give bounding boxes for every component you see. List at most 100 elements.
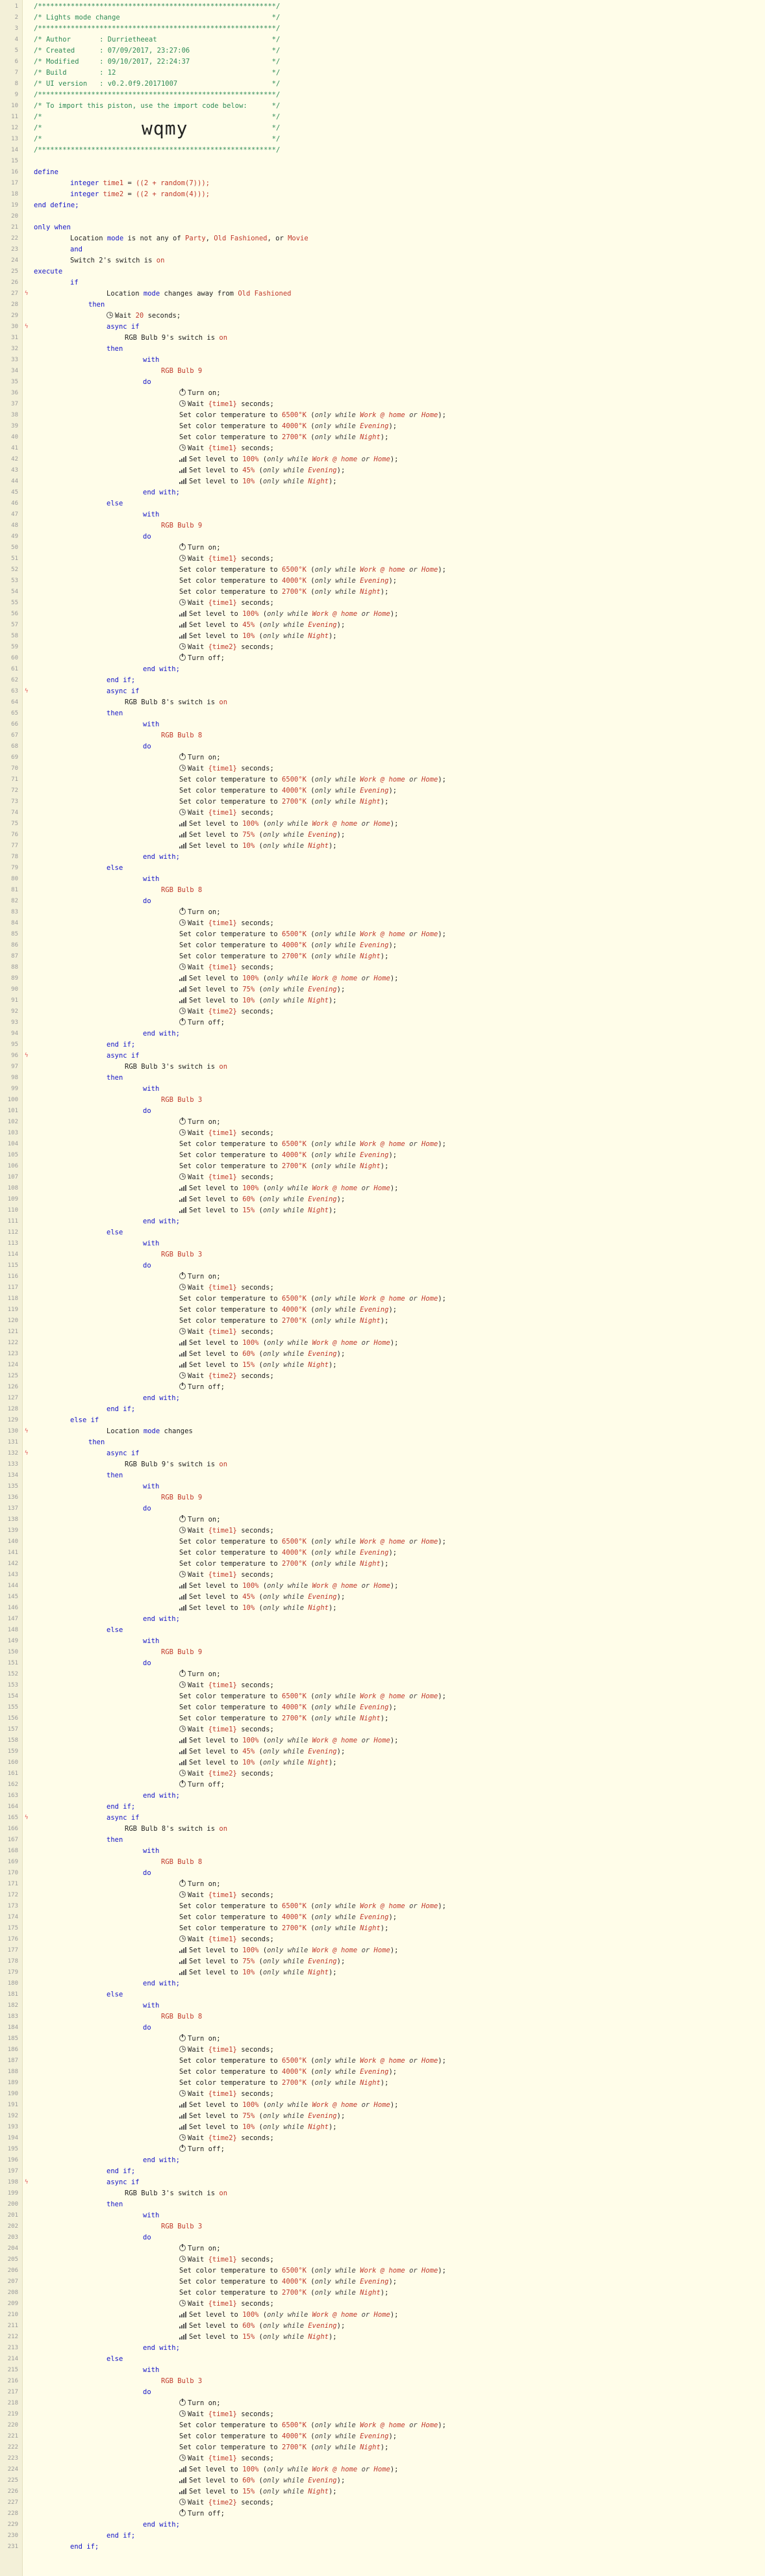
code-line: 137 do — [0, 1503, 765, 1514]
code-line: 70 Wait {time1} seconds; — [0, 763, 765, 774]
code-line: 153 Wait {time1} seconds; — [0, 1680, 765, 1691]
code-line: 173 Set color temperature to 6500°K (only… — [0, 1901, 765, 1912]
line-number: 45 — [11, 489, 18, 496]
code-line: 54 Set color temperature to 2700°K (only … — [0, 587, 765, 598]
line-number: 65 — [11, 710, 18, 717]
code-line: 132 ϟ async if — [0, 1448, 765, 1459]
code-line: 43 Set level to 45% (only while Evening); — [0, 465, 765, 476]
line-number: 155 — [7, 1704, 18, 1711]
code-line: 48 RGB Bulb 9 — [0, 520, 765, 531]
line-number: 94 — [11, 1030, 18, 1037]
code-text: Set level to 75% (only while Evening); — [179, 2111, 345, 2122]
code-text: /* Modified : 09/10/2017, 22:24:37 */ — [34, 58, 281, 66]
code-line: 7 /* Build : 12 */ — [0, 68, 765, 79]
code-line: 22 Location mode is not any of Party, Old… — [0, 233, 765, 244]
code-text: Turn on; — [179, 1271, 221, 1282]
line-number: 205 — [7, 2256, 18, 2263]
code-line: 53 Set color temperature to 4000°K (only … — [0, 576, 765, 587]
code-text: Set level to 10% (only while Night); — [179, 841, 337, 852]
line-number: 198 — [7, 2179, 18, 2186]
code-line: 42 Set level to 100% (only while Work @ h… — [0, 454, 765, 465]
clock-icon — [179, 2410, 186, 2417]
level-bars-icon — [179, 1195, 187, 1202]
line-number: 129 — [7, 1417, 18, 1423]
code-line: 161 Wait {time2} seconds; — [0, 1768, 765, 1779]
line-number: 20 — [11, 213, 18, 220]
code-line: 6 /* Modified : 09/10/2017, 22:24:37 */ — [0, 57, 765, 68]
line-number: 81 — [11, 887, 18, 893]
line-number: 86 — [11, 942, 18, 949]
code-line: 116 Turn on; — [0, 1271, 765, 1282]
clock-icon — [179, 1726, 186, 1732]
line-number: 211 — [7, 2323, 18, 2329]
line-number: 3 — [14, 25, 18, 32]
code-text: Turn on; — [179, 542, 221, 554]
code-text: with — [143, 511, 160, 518]
code-text: if — [70, 279, 79, 287]
code-line: 148 else — [0, 1625, 765, 1636]
code-text: Wait {time1} seconds; — [179, 2299, 274, 2310]
level-bars-icon — [179, 820, 187, 826]
code-text: Wait {time1} seconds; — [179, 1128, 274, 1139]
code-text: Wait {time1} seconds; — [179, 918, 274, 929]
line-number: 26 — [11, 279, 18, 286]
code-text: Wait {time2} seconds; — [179, 1371, 274, 1382]
code-text: with — [143, 1847, 160, 1855]
line-number: 112 — [7, 1229, 18, 1236]
code-line: 172 Wait {time1} seconds; — [0, 1890, 765, 1901]
power-icon — [179, 2145, 186, 2152]
code-text: then — [107, 1074, 123, 1082]
line-number: 135 — [7, 1483, 18, 1490]
line-number: 13 — [11, 136, 18, 142]
code-text: Set color temperature to 6500°K (only wh… — [179, 2421, 446, 2429]
level-bars-icon — [179, 1206, 187, 1213]
level-bars-icon — [179, 2311, 187, 2317]
line-number: 174 — [7, 1914, 18, 1920]
code-line: 85 Set color temperature to 6500°K (only … — [0, 929, 765, 940]
line-number: 160 — [7, 1759, 18, 1766]
code-text: with — [143, 2212, 160, 2219]
code-text: Set color temperature to 6500°K (only wh… — [179, 1538, 446, 1546]
code-text: end with; — [143, 1218, 180, 1225]
code-text: Set color temperature to 2700°K (only wh… — [179, 433, 389, 441]
line-number: 25 — [11, 268, 18, 275]
code-text: Set color temperature to 2700°K (only wh… — [179, 1715, 389, 1722]
code-line: 95 end if; — [0, 1039, 765, 1051]
line-number: 34 — [11, 368, 18, 374]
code-text: Set color temperature to 4000°K (only wh… — [179, 422, 397, 430]
line-number: 76 — [11, 832, 18, 838]
code-line: 166 RGB Bulb 8's switch is on — [0, 1824, 765, 1835]
line-number: 166 — [7, 1826, 18, 1832]
code-line: 156 Set color temperature to 2700°K (only… — [0, 1713, 765, 1724]
line-number: 12 — [11, 125, 18, 131]
code-line: 160 Set level to 10% (only while Night); — [0, 1757, 765, 1768]
code-text: Set level to 100% (only while Work @ hom… — [179, 2100, 399, 2111]
level-bars-icon — [179, 478, 187, 484]
line-number: 92 — [11, 1008, 18, 1015]
code-line: 17 integer time1 = ((2 + random(7))); — [0, 178, 765, 189]
code-line: 34 RGB Bulb 9 — [0, 366, 765, 377]
code-text: with — [143, 356, 160, 364]
code-line: 197 end if; — [0, 2166, 765, 2177]
code-text: Set color temperature to 6500°K (only wh… — [179, 1692, 446, 1700]
code-text: Turn on; — [179, 1514, 221, 1525]
code-line: 105 Set color temperature to 4000°K (only… — [0, 1150, 765, 1161]
line-number: 125 — [7, 1373, 18, 1379]
code-text: Wait {time1} seconds; — [179, 2409, 274, 2420]
clock-icon — [179, 919, 186, 926]
code-text: RGB Bulb 3 — [161, 2377, 203, 2385]
code-text: else — [107, 1626, 123, 1634]
line-number: 221 — [7, 2433, 18, 2440]
code-line: 128 end if; — [0, 1404, 765, 1415]
code-line: 30 ϟ async if — [0, 322, 765, 333]
code-text: Wait {time1} seconds; — [179, 598, 274, 609]
lightning-bolt-icon: ϟ — [25, 324, 29, 330]
clock-icon — [179, 1935, 186, 1942]
code-line: 176 Wait {time1} seconds; — [0, 1934, 765, 1945]
code-line: 164 end if; — [0, 1802, 765, 1813]
clock-icon — [179, 2090, 186, 2097]
code-line: 106 Set color temperature to 2700°K (only… — [0, 1161, 765, 1172]
code-line: 110 Set level to 15% (only while Night); — [0, 1205, 765, 1216]
power-icon — [179, 654, 186, 661]
code-line: 88 Wait {time1} seconds; — [0, 962, 765, 973]
